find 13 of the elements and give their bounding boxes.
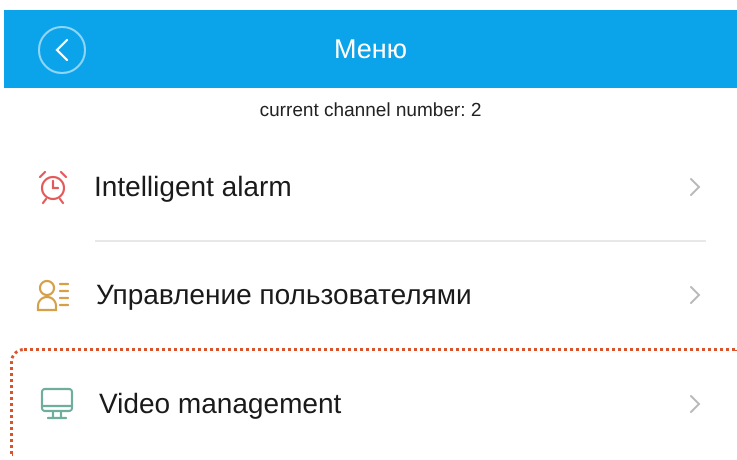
chevron-left-icon — [55, 38, 69, 62]
menu-item[interactable]: Управление пользователями — [4, 242, 737, 348]
user-list-icon — [36, 278, 72, 312]
alarm-clock-icon — [36, 169, 70, 205]
chevron-right-icon — [689, 285, 701, 305]
back-button[interactable] — [38, 26, 86, 74]
chevron-right-icon — [689, 394, 701, 414]
highlighted-menu-item[interactable]: Video management — [10, 348, 737, 456]
chevron-right-icon — [689, 177, 701, 197]
menu-item[interactable]: Intelligent alarm — [4, 134, 737, 240]
screen-title: Меню — [334, 34, 407, 64]
channel-number-text: current channel number: 2 — [258, 100, 482, 123]
monitor-icon — [39, 386, 75, 422]
